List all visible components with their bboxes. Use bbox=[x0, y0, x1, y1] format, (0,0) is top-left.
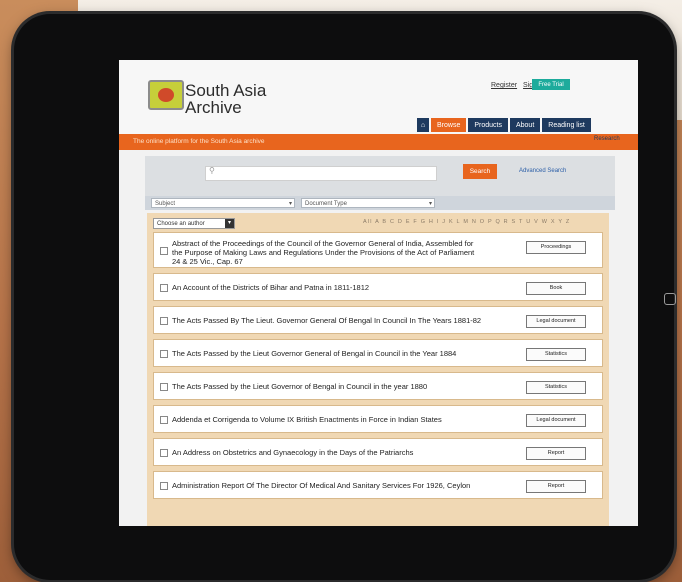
item-type-button[interactable]: Book bbox=[526, 282, 586, 295]
free-trial-button[interactable]: Free Trial bbox=[532, 79, 570, 90]
subject-select[interactable]: Subject ▾ bbox=[151, 198, 295, 208]
alphabet-filter[interactable]: All A B C D E F G H I J K L M N O P Q R … bbox=[363, 219, 570, 225]
item-title[interactable]: An Address on Obstetrics and Gynaecology… bbox=[172, 448, 482, 457]
brand-line-2: Archive bbox=[185, 98, 242, 117]
item-title[interactable]: The Acts Passed By The Lieut. Governor G… bbox=[172, 316, 482, 325]
checkbox[interactable] bbox=[160, 383, 168, 391]
item-type-button[interactable]: Report bbox=[526, 447, 586, 460]
author-select-value: Choose an author bbox=[157, 221, 205, 227]
logo-icon[interactable] bbox=[148, 80, 184, 110]
item-title[interactable]: Administration Report Of The Director Of… bbox=[172, 481, 482, 490]
list-item[interactable]: The Acts Passed By The Lieut. Governor G… bbox=[153, 306, 603, 334]
tab-reading-list[interactable]: Reading list bbox=[542, 118, 591, 132]
advanced-search-link[interactable]: Advanced Search bbox=[519, 168, 566, 174]
document-type-select[interactable]: Document Type ▾ bbox=[301, 198, 435, 208]
brand-line-1: South Asia bbox=[185, 81, 267, 100]
checkbox[interactable] bbox=[160, 350, 168, 358]
tagline-bar: The online platform for the South Asia a… bbox=[119, 134, 638, 150]
site-header: South Asia Archive Register Sign in Free… bbox=[119, 60, 638, 134]
checkbox[interactable] bbox=[160, 247, 168, 255]
chevron-down-icon: ▾ bbox=[428, 201, 432, 207]
results-items: Abstract of the Proceedings of the Counc… bbox=[153, 232, 603, 504]
search-button[interactable]: Search bbox=[463, 164, 497, 179]
tab-browse[interactable]: Browse bbox=[431, 118, 467, 132]
tab-products[interactable]: Products bbox=[468, 118, 508, 132]
main-nav: ⌂ Browse Products About Reading list bbox=[417, 118, 591, 132]
brand-name[interactable]: South Asia Archive bbox=[185, 82, 266, 116]
emblem-icon bbox=[158, 88, 174, 102]
item-title[interactable]: The Acts Passed by the Lieut Governor Ge… bbox=[172, 349, 482, 358]
subject-select-value: Subject bbox=[155, 201, 176, 207]
list-item[interactable]: The Acts Passed by the Lieut Governor of… bbox=[153, 372, 603, 400]
checkbox[interactable] bbox=[160, 416, 168, 424]
item-type-button[interactable]: Statistics bbox=[526, 348, 586, 361]
filter-bar: Subject ▾ Document Type ▾ bbox=[145, 196, 615, 210]
list-item[interactable]: Administration Report Of The Director Of… bbox=[153, 471, 603, 499]
item-title[interactable]: The Acts Passed by the Lieut Governor of… bbox=[172, 382, 482, 391]
author-select[interactable]: Choose an author ▾ bbox=[153, 218, 235, 229]
checkbox[interactable] bbox=[160, 284, 168, 292]
checkbox[interactable] bbox=[160, 317, 168, 325]
register-link[interactable]: Register bbox=[491, 82, 517, 89]
results-list: Choose an author ▾ All A B C D E F G H I… bbox=[147, 213, 609, 526]
partner-logo: Research bbox=[594, 136, 620, 142]
item-title[interactable]: Addenda et Corrigenda to Volume IX Briti… bbox=[172, 415, 482, 424]
home-button-icon[interactable] bbox=[664, 293, 676, 305]
item-type-button[interactable]: Statistics bbox=[526, 381, 586, 394]
search-input[interactable] bbox=[205, 166, 437, 181]
item-type-button[interactable]: Legal document bbox=[526, 315, 586, 328]
list-item[interactable]: The Acts Passed by the Lieut Governor Ge… bbox=[153, 339, 603, 367]
document-type-select-value: Document Type bbox=[305, 201, 347, 207]
item-title[interactable]: Abstract of the Proceedings of the Counc… bbox=[172, 239, 482, 266]
tab-about[interactable]: About bbox=[509, 118, 541, 132]
chevron-down-icon: ▾ bbox=[288, 201, 292, 207]
tablet-screen: South Asia Archive Register Sign in Free… bbox=[119, 60, 638, 526]
list-item[interactable]: Addenda et Corrigenda to Volume IX Briti… bbox=[153, 405, 603, 433]
item-type-button[interactable]: Legal document bbox=[526, 414, 586, 427]
list-item[interactable]: Abstract of the Proceedings of the Counc… bbox=[153, 232, 603, 268]
chevron-down-icon: ▾ bbox=[225, 219, 234, 228]
list-item[interactable]: An Account of the Districts of Bihar and… bbox=[153, 273, 603, 301]
item-type-button[interactable]: Report bbox=[526, 480, 586, 493]
home-icon[interactable]: ⌂ bbox=[417, 118, 429, 132]
list-item[interactable]: An Address on Obstetrics and Gynaecology… bbox=[153, 438, 603, 466]
item-type-button[interactable]: Proceedings bbox=[526, 241, 586, 254]
checkbox[interactable] bbox=[160, 449, 168, 457]
item-title[interactable]: An Account of the Districts of Bihar and… bbox=[172, 283, 482, 292]
search-icon: ⚲ bbox=[209, 166, 215, 175]
tagline: The online platform for the South Asia a… bbox=[133, 138, 265, 145]
checkbox[interactable] bbox=[160, 482, 168, 490]
